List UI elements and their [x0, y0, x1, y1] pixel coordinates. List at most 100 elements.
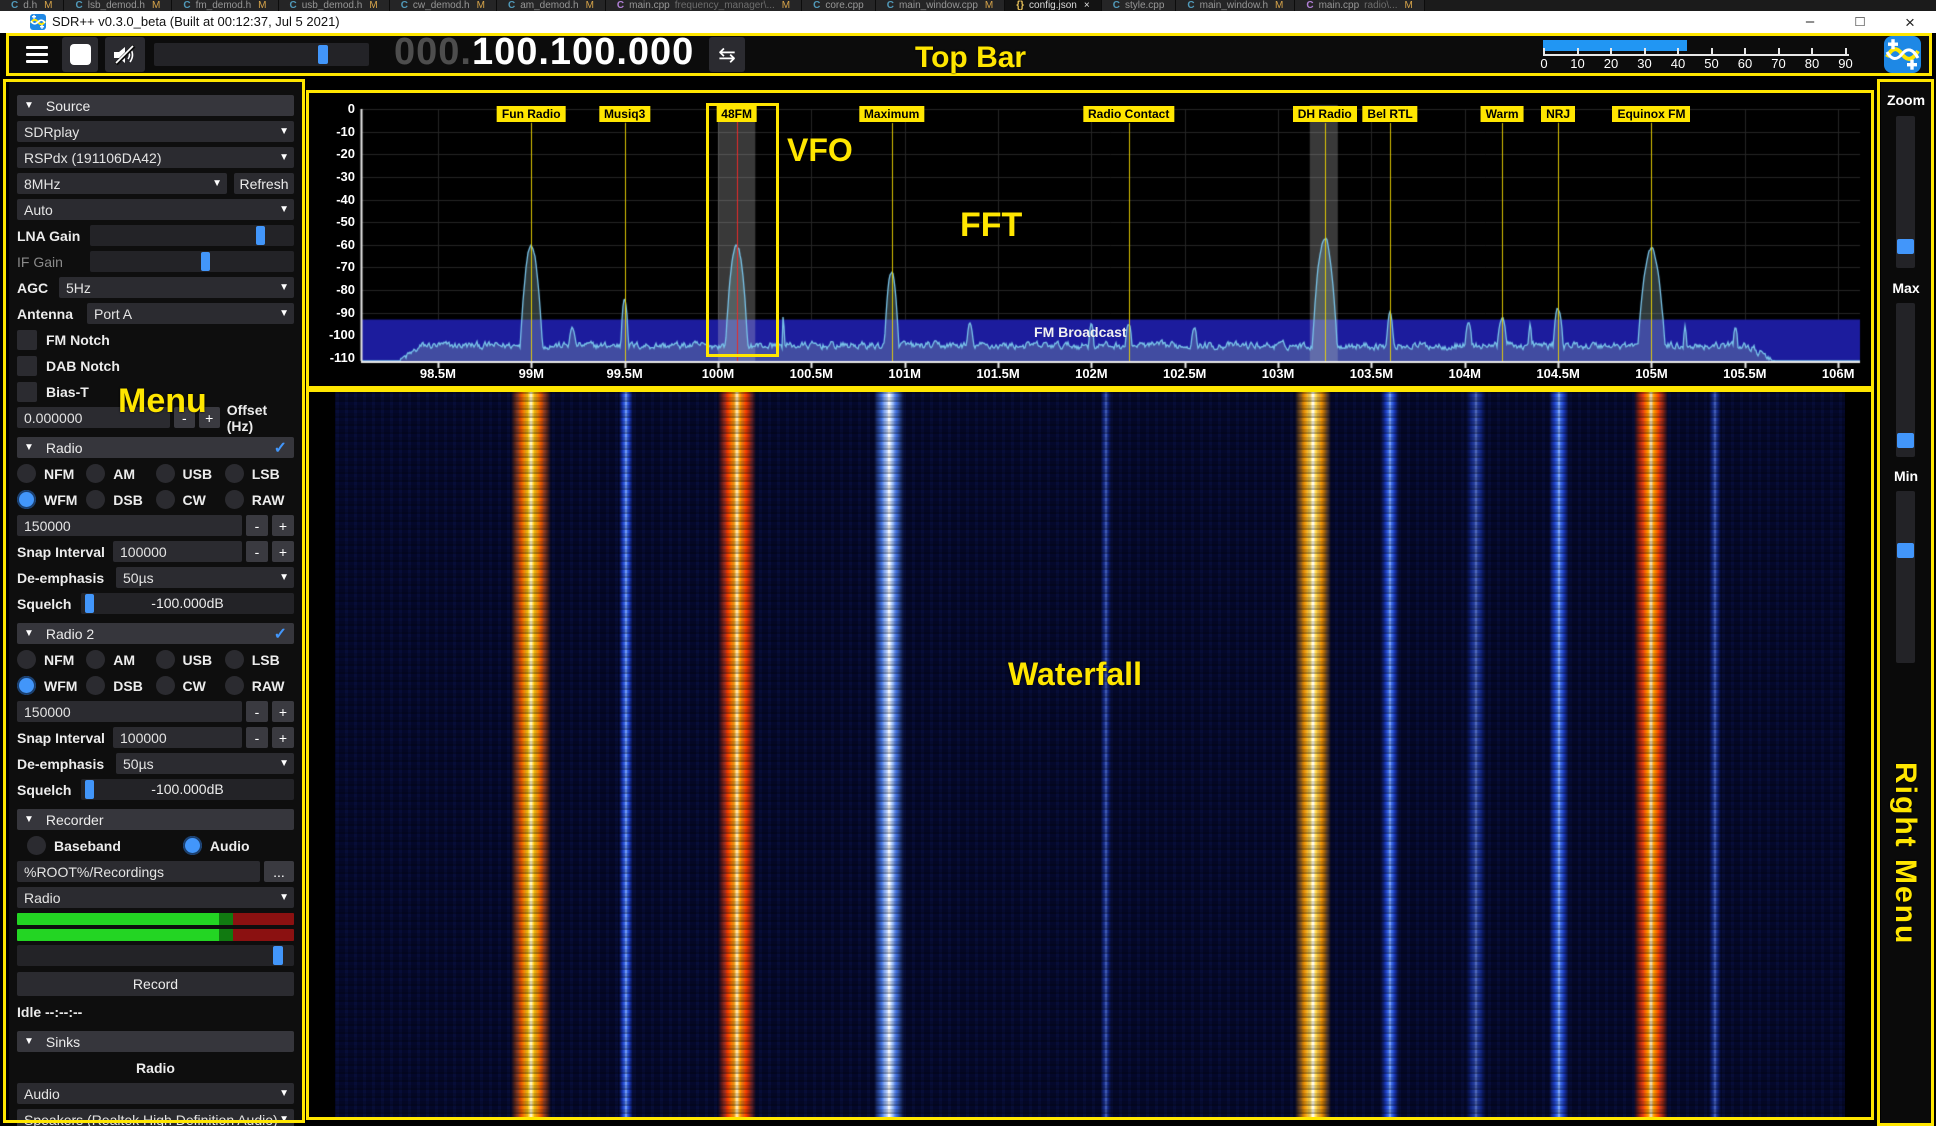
mode-raw[interactable]: RAW	[225, 489, 294, 510]
deemphasis-dropdown[interactable]: 50µs▼	[116, 567, 294, 588]
browse-button[interactable]: ...	[264, 861, 294, 882]
section-source[interactable]: ▼ Source	[17, 95, 294, 116]
stop-button[interactable]	[62, 37, 98, 72]
mode-dsb[interactable]: DSB	[86, 489, 155, 510]
station-label-radio-contact[interactable]: Radio Contact	[1083, 106, 1174, 122]
waterfall-display[interactable]	[309, 392, 1871, 1118]
if-gain-handle[interactable]	[201, 252, 210, 271]
mode-wfm[interactable]: WFM	[17, 675, 86, 696]
station-label-fun-radio[interactable]: Fun Radio	[497, 106, 566, 122]
mode-lsb[interactable]: LSB	[225, 649, 294, 670]
sink-type-dropdown[interactable]: Audio▼	[17, 1083, 294, 1104]
editor-tab-config.json[interactable]: {}config.json×	[1005, 0, 1101, 11]
editor-tab-main.cpp[interactable]: Cmain.cppfrequency_manager\...M	[606, 0, 802, 11]
max-slider[interactable]	[1896, 303, 1915, 457]
editor-tab-fm-demod.h[interactable]: Cfm_demod.hM	[172, 0, 278, 11]
mode-raw[interactable]: RAW	[225, 675, 294, 696]
min-slider[interactable]	[1896, 491, 1915, 663]
mode-nfm[interactable]: NFM	[17, 649, 86, 670]
editor-tab-main.cpp[interactable]: Cmain.cppradio\...M	[1295, 0, 1425, 11]
squelch-handle[interactable]	[85, 594, 94, 613]
maximize-button[interactable]: □	[1845, 13, 1875, 30]
sdrpp-logo-icon[interactable]	[1884, 36, 1921, 73]
frequency-display[interactable]: 000.100.100.000	[394, 31, 694, 74]
section-radio[interactable]: ▼ Radio ✓	[17, 437, 294, 458]
mode-cw[interactable]: CW	[156, 489, 225, 510]
deemphasis-dropdown[interactable]: 50µs▼	[116, 753, 294, 774]
zoom-slider-handle[interactable]	[1897, 239, 1914, 254]
editor-tab-lsb-demod.h[interactable]: Clsb_demod.hM	[64, 0, 172, 11]
snap-input[interactable]: 100000	[113, 727, 242, 748]
baseband-radio[interactable]: Baseband	[27, 836, 121, 855]
min-slider-handle[interactable]	[1897, 543, 1914, 558]
max-slider-handle[interactable]	[1897, 433, 1914, 448]
station-label-maximum[interactable]: Maximum	[859, 106, 924, 122]
fft-display[interactable]: 0-10-20-30-40-50-60-70-80-90-100-11098.5…	[309, 93, 1871, 387]
audio-radio[interactable]: Audio	[183, 836, 250, 855]
station-label-musiq3[interactable]: Musiq3	[599, 106, 650, 122]
editor-tab-cw-demod.h[interactable]: Ccw_demod.hM	[390, 0, 497, 11]
menu-toggle-button[interactable]	[17, 39, 57, 70]
snap-minus-button[interactable]: -	[246, 727, 268, 748]
sink-device-dropdown[interactable]: Speakers (Realtek High Definition Audio)…	[17, 1109, 294, 1126]
squelch-slider[interactable]: -100.000dB	[81, 593, 294, 614]
bandwidth-minus-button[interactable]: -	[246, 701, 268, 722]
recorder-volume-slider[interactable]	[17, 945, 294, 966]
mode-am[interactable]: AM	[86, 463, 155, 484]
squelch-slider[interactable]: -100.000dB	[81, 779, 294, 800]
zoom-slider[interactable]	[1896, 116, 1915, 268]
recorder-volume-handle[interactable]	[273, 946, 283, 965]
section-sinks[interactable]: ▼ Sinks	[17, 1031, 294, 1052]
editor-tab-style.cpp[interactable]: Cstyle.cpp	[1102, 0, 1177, 11]
dab-notch-checkbox[interactable]	[17, 356, 37, 376]
agc-dropdown[interactable]: 5Hz▼	[59, 277, 294, 298]
signal-scale[interactable]: 0102030405060708090	[1539, 37, 1859, 72]
station-label-48fm[interactable]: 48FM	[716, 106, 757, 122]
swap-button[interactable]: ⇆	[709, 37, 745, 72]
enabled-check-icon[interactable]: ✓	[274, 438, 287, 458]
mode-dsb[interactable]: DSB	[86, 675, 155, 696]
antenna-dropdown[interactable]: Port A▼	[87, 303, 294, 324]
device-dropdown[interactable]: RSPdx (191106DA42)▼	[17, 147, 294, 168]
refresh-button[interactable]: Refresh	[234, 173, 294, 194]
editor-tab-main-window.h[interactable]: Cmain_window.hM	[1176, 0, 1295, 11]
section-recorder[interactable]: ▼ Recorder	[17, 809, 294, 830]
mode-usb[interactable]: USB	[156, 649, 225, 670]
mode-lsb[interactable]: LSB	[225, 463, 294, 484]
bandwidth-plus-button[interactable]: +	[272, 701, 294, 722]
bandwidth-plus-button[interactable]: +	[272, 515, 294, 536]
editor-tab-d.h[interactable]: Cd.hM	[0, 0, 64, 11]
volume-slider[interactable]	[154, 43, 369, 66]
mode-am[interactable]: AM	[86, 649, 155, 670]
volume-slider-handle[interactable]	[318, 45, 328, 64]
if-gain-slider[interactable]	[90, 251, 294, 272]
fft-canvas[interactable]	[309, 93, 1871, 387]
snap-plus-button[interactable]: +	[272, 541, 294, 562]
recorder-stream-dropdown[interactable]: Radio▼	[17, 887, 294, 908]
lna-gain-handle[interactable]	[256, 226, 265, 245]
squelch-handle[interactable]	[85, 780, 94, 799]
station-label-dh-radio[interactable]: DH Radio	[1293, 106, 1357, 122]
radio-bandwidth-input[interactable]: 150000	[17, 515, 242, 536]
source-type-dropdown[interactable]: SDRplay▼	[17, 121, 294, 142]
tab-badge[interactable]: ×	[1084, 0, 1090, 11]
mode-nfm[interactable]: NFM	[17, 463, 86, 484]
snap-input[interactable]: 100000	[113, 541, 242, 562]
section-radio2[interactable]: ▼ Radio 2 ✓	[17, 623, 294, 644]
minimize-button[interactable]: –	[1795, 13, 1825, 30]
close-button[interactable]: ×	[1895, 13, 1925, 33]
snap-minus-button[interactable]: -	[246, 541, 268, 562]
bandwidth-minus-button[interactable]: -	[246, 515, 268, 536]
station-label-warm[interactable]: Warm	[1481, 106, 1524, 122]
mode-wfm[interactable]: WFM	[17, 489, 86, 510]
editor-tab-core.cpp[interactable]: Ccore.cpp	[802, 0, 876, 11]
bias-t-checkbox[interactable]	[17, 382, 37, 402]
mode-usb[interactable]: USB	[156, 463, 225, 484]
mode-cw[interactable]: CW	[156, 675, 225, 696]
enabled-check-icon[interactable]: ✓	[274, 624, 287, 644]
editor-tab-usb-demod.h[interactable]: Cusb_demod.hM	[279, 0, 390, 11]
samplerate-mode-dropdown[interactable]: Auto▼	[17, 199, 294, 220]
station-label-nrj[interactable]: NRJ	[1541, 106, 1575, 122]
record-button[interactable]: Record	[17, 972, 294, 996]
editor-tab-main-window.cpp[interactable]: Cmain_window.cppM	[876, 0, 1006, 11]
